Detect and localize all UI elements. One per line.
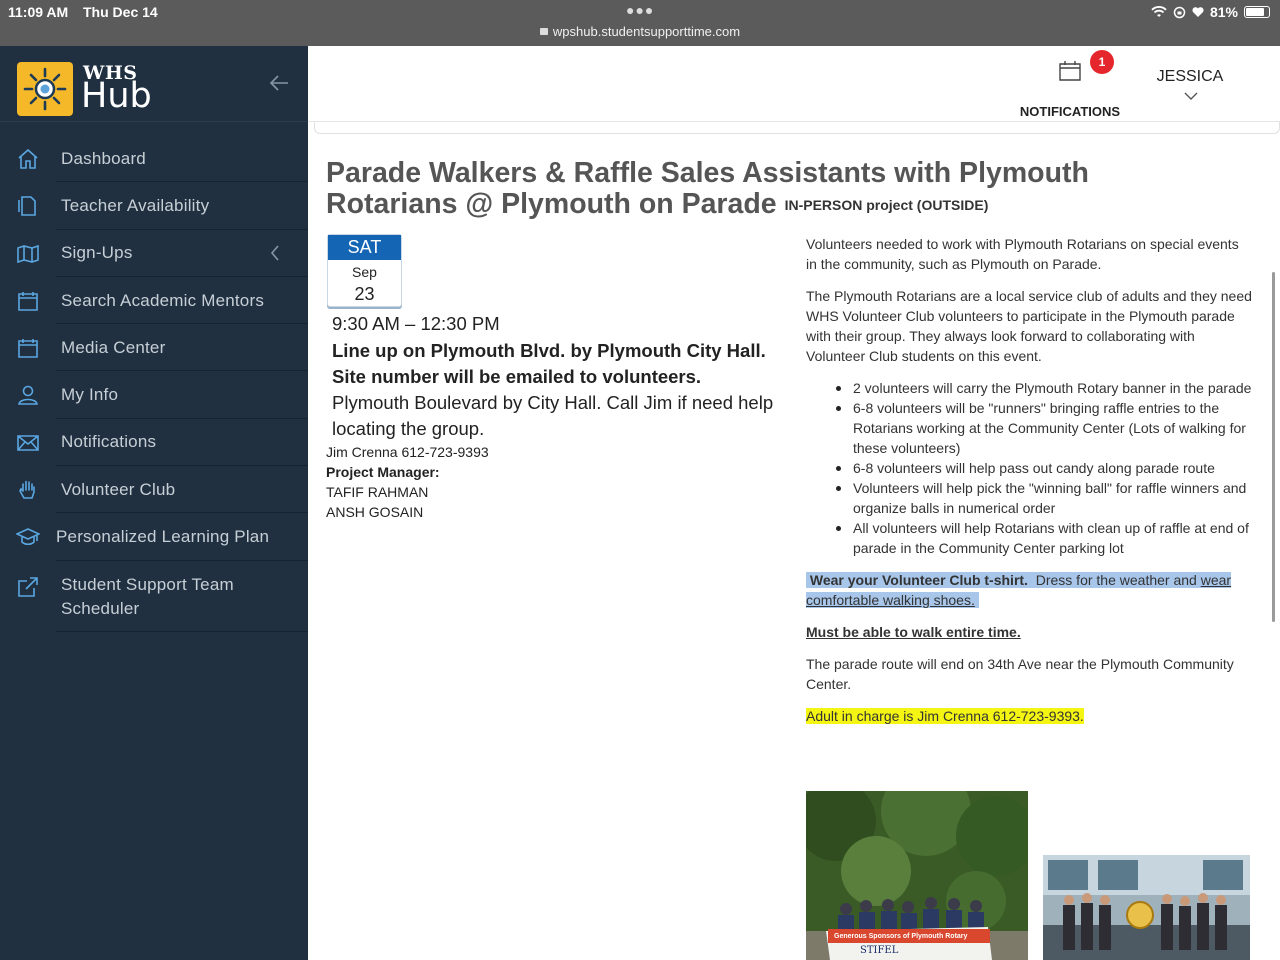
sidebar-item-media-center[interactable]: Media Center xyxy=(0,324,308,372)
event-photo-parade: Generous Sponsors of Plymouth Rotary STI… xyxy=(806,791,1028,960)
battery-percent: 81% xyxy=(1209,4,1238,20)
user-icon xyxy=(18,386,38,406)
user-menu[interactable]: JESSICA xyxy=(1148,68,1232,86)
top-header: NOTIFICATIONS 1 JESSICA xyxy=(308,46,1280,122)
battery-fill xyxy=(1246,8,1264,16)
date-card: SAT Sep 23 xyxy=(327,234,402,307)
adult-in-charge: Adult in charge is Jim Crenna 612-723-93… xyxy=(806,706,1252,726)
map-icon xyxy=(17,244,39,263)
sidebar-item-label: Dashboard xyxy=(61,148,146,168)
calendar-icon xyxy=(18,339,38,358)
home-icon xyxy=(18,148,38,169)
wifi-icon xyxy=(1151,6,1167,17)
status-date: Thu Dec 14 xyxy=(83,4,158,20)
dress-code-text: Dress for the weather and xyxy=(1035,572,1201,588)
sidebar-item-label: Teacher Availability xyxy=(61,195,210,215)
sidebar-item-label: Personalized Learning Plan xyxy=(56,527,270,547)
dress-code-note: Wear your Volunteer Club t-shirt. Dress … xyxy=(806,570,1252,610)
list-item: 6-8 volunteers will be "runners" bringin… xyxy=(836,398,1252,458)
address-bar[interactable]: wpshub.studentsupporttime.com xyxy=(0,24,1280,39)
banner-text: Generous Sponsors of Plymouth Rotary xyxy=(834,933,968,940)
envelope-icon xyxy=(17,434,39,451)
scrollbar[interactable] xyxy=(1272,272,1275,622)
sidebar: WHS Hub Dashboard Teacher Availability S… xyxy=(0,46,308,960)
event-location: Plymouth Boulevard by City Hall. Call Ji… xyxy=(332,392,774,439)
banner-sponsor: STIFEL xyxy=(860,945,899,956)
more-dots-icon[interactable]: ●●● xyxy=(626,2,654,18)
walking-requirement: Must be able to walk entire time. xyxy=(806,622,1252,642)
event-contact-block: Jim Crenna 612-723-9393 Project Manager:… xyxy=(326,442,489,522)
heart-icon xyxy=(1192,7,1204,17)
sidebar-item-teacher-availability[interactable]: Teacher Availability xyxy=(0,182,308,230)
adult-in-charge-text: Adult in charge is Jim Crenna 612-723-93… xyxy=(806,708,1084,724)
status-bar: 11:09 AM Thu Dec 14 ●●● wpshub.studentsu… xyxy=(0,0,1280,46)
chevron-left-icon[interactable] xyxy=(268,243,282,263)
status-indicators: 81% xyxy=(1151,4,1270,20)
sidebar-item-label: Volunteer Club xyxy=(61,479,176,499)
sidebar-item-label: My Info xyxy=(61,385,119,405)
notifications-label: NOTIFICATIONS xyxy=(1019,104,1121,119)
sidebar-item-label: Sign-Ups xyxy=(61,243,133,263)
sidebar-item-label: Media Center xyxy=(61,337,166,357)
list-item: All volunteers will help Rotarians with … xyxy=(836,518,1252,558)
project-manager-label: Project Manager: xyxy=(326,464,440,480)
sidebar-item-notifications[interactable]: Notifications xyxy=(0,419,308,467)
sidebar-item-sign-ups[interactable]: Sign-Ups xyxy=(0,230,308,277)
sidebar-item-student-support-team-scheduler[interactable]: Student Support Team Scheduler xyxy=(0,561,308,632)
list-item: 2 volunteers will carry the Plymouth Rot… xyxy=(836,380,1252,396)
event-contact: Jim Crenna 612-723-9393 xyxy=(326,444,489,460)
status-time: 11:09 AM xyxy=(8,4,69,20)
battery-icon xyxy=(1244,6,1270,18)
lock-rotation-icon xyxy=(1173,6,1186,18)
sidebar-item-label: Search Academic Mentors xyxy=(61,290,265,310)
sidebar-item-my-info[interactable]: My Info xyxy=(0,371,308,419)
task-list: 2 volunteers will carry the Plymouth Rot… xyxy=(836,378,1252,558)
event-time: 9:30 AM – 12:30 PM xyxy=(332,313,500,334)
lock-icon xyxy=(539,28,548,35)
date-day: 23 xyxy=(354,284,375,304)
event-location-bold: Line up on Plymouth Blvd. by Plymouth Ci… xyxy=(332,340,766,387)
brand[interactable]: WHS Hub xyxy=(0,46,308,122)
graduation-cap-icon xyxy=(16,528,40,546)
notification-count-badge: 1 xyxy=(1090,50,1114,74)
sun-logo-icon xyxy=(17,62,73,116)
list-item: Volunteers will help pick the "winning b… xyxy=(836,478,1252,518)
project-manager-name: ANSH GOSAIN xyxy=(326,504,424,520)
calendar-icon xyxy=(1059,61,1081,81)
sidebar-item-dashboard[interactable]: Dashboard xyxy=(0,135,308,183)
list-item: 6-8 volunteers will help pass out candy … xyxy=(836,458,1252,478)
content-panel-edge xyxy=(314,122,1280,134)
project-manager-name: TAFIF RAHMAN xyxy=(326,484,429,500)
event-description: Volunteers needed to work with Plymouth … xyxy=(806,234,1252,738)
brand-hub: Hub xyxy=(81,76,152,116)
description-paragraph: Volunteers needed to work with Plymouth … xyxy=(806,236,1239,272)
sidebar-nav: Dashboard Teacher Availability Sign-Ups … xyxy=(0,135,308,632)
description-paragraph: The Plymouth Rotarians are a local servi… xyxy=(806,288,1252,364)
date-month: Sep xyxy=(352,264,377,280)
url-text: wpshub.studentsupporttime.com xyxy=(552,24,741,39)
hand-icon xyxy=(19,480,35,499)
event-photo-group xyxy=(1043,855,1250,960)
sidebar-item-label: Student Support Team Scheduler xyxy=(61,574,234,618)
walking-requirement-text: Must be able to walk entire time. xyxy=(806,624,1021,640)
event-subtitle: IN-PERSON project (OUTSIDE) xyxy=(784,197,989,213)
calendar-icon xyxy=(18,291,38,311)
document-icon xyxy=(18,196,36,217)
route-note: The parade route will end on 34th Ave ne… xyxy=(806,656,1234,692)
date-day-of-week: SAT xyxy=(328,235,401,260)
chevron-down-icon[interactable] xyxy=(1183,91,1199,101)
dress-code-bold: Wear your Volunteer Club t-shirt. xyxy=(809,572,1028,588)
sidebar-item-search-academic-mentors[interactable]: Search Academic Mentors xyxy=(0,277,308,325)
page-title: Parade Walkers & Raffle Sales Assistants… xyxy=(326,158,1226,224)
sidebar-item-personalized-learning-plan[interactable]: Personalized Learning Plan xyxy=(0,513,308,561)
sidebar-item-volunteer-club[interactable]: Volunteer Club xyxy=(0,466,308,514)
sidebar-item-label: Notifications xyxy=(61,432,157,452)
collapse-arrow-icon[interactable] xyxy=(268,72,290,94)
external-link-icon xyxy=(18,576,38,597)
